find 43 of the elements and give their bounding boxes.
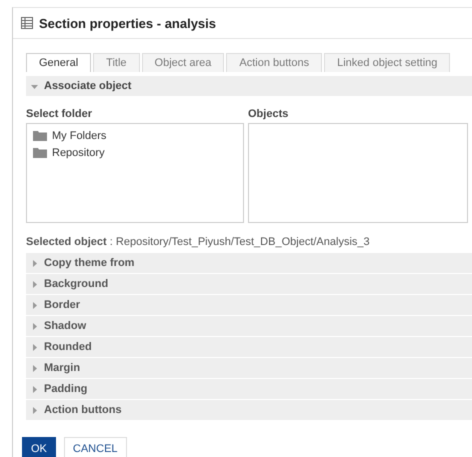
section-header[interactable]: Padding — [26, 379, 472, 399]
folder-icon — [33, 148, 47, 158]
selected-object-text: Selected object : Repository/Test_Piyush/Test_DB_Object/Analysis_3 — [26, 236, 371, 248]
folder-icon — [33, 130, 47, 140]
section-header[interactable]: Copy theme from — [26, 253, 472, 273]
section-header[interactable]: Margin — [26, 358, 472, 378]
dialog-title: Section properties - analysis — [39, 16, 216, 30]
section-title: Background — [44, 278, 108, 290]
expand-caret-icon — [31, 386, 38, 392]
table-icon — [21, 17, 33, 29]
expand-caret-icon — [31, 406, 38, 414]
section-title: Associate object — [44, 80, 132, 92]
tab[interactable]: Object area — [142, 53, 224, 72]
tab[interactable]: General — [26, 53, 92, 72]
objects-label: Objects — [248, 108, 290, 120]
expand-caret-icon — [31, 364, 38, 372]
section-header[interactable]: Shadow — [26, 316, 472, 336]
section-header[interactable]: Associate object — [26, 76, 472, 96]
section-header[interactable]: Background — [26, 274, 472, 294]
section-header[interactable]: Action buttons — [26, 400, 472, 420]
tab[interactable]: Linked object setting — [324, 53, 450, 72]
collapse-caret-icon — [31, 82, 38, 90]
section-title: Copy theme from — [44, 257, 134, 269]
folder-item[interactable]: Repository — [31, 144, 243, 161]
tab[interactable]: Title — [93, 53, 140, 72]
tab[interactable]: Action buttons — [226, 53, 322, 72]
section-title: Border — [44, 299, 80, 311]
folder-label: Select folder — [26, 108, 94, 120]
section-title: Margin — [44, 362, 80, 374]
section-header[interactable]: Rounded — [26, 337, 472, 357]
cancel-button[interactable]: CANCEL — [64, 437, 127, 457]
section-title: Padding — [44, 383, 88, 395]
expand-caret-icon — [31, 322, 38, 330]
expand-caret-icon — [31, 344, 38, 350]
section-title: Shadow — [44, 320, 86, 332]
folder-item[interactable]: My Folders — [31, 127, 243, 144]
expand-caret-icon — [31, 280, 38, 288]
expand-caret-icon — [31, 260, 38, 266]
ok-button[interactable]: OK — [22, 437, 56, 457]
expand-caret-icon — [31, 302, 38, 308]
section-title: Rounded — [44, 341, 92, 353]
section-title: Action buttons — [44, 404, 122, 416]
section-header[interactable]: Border — [26, 295, 472, 315]
